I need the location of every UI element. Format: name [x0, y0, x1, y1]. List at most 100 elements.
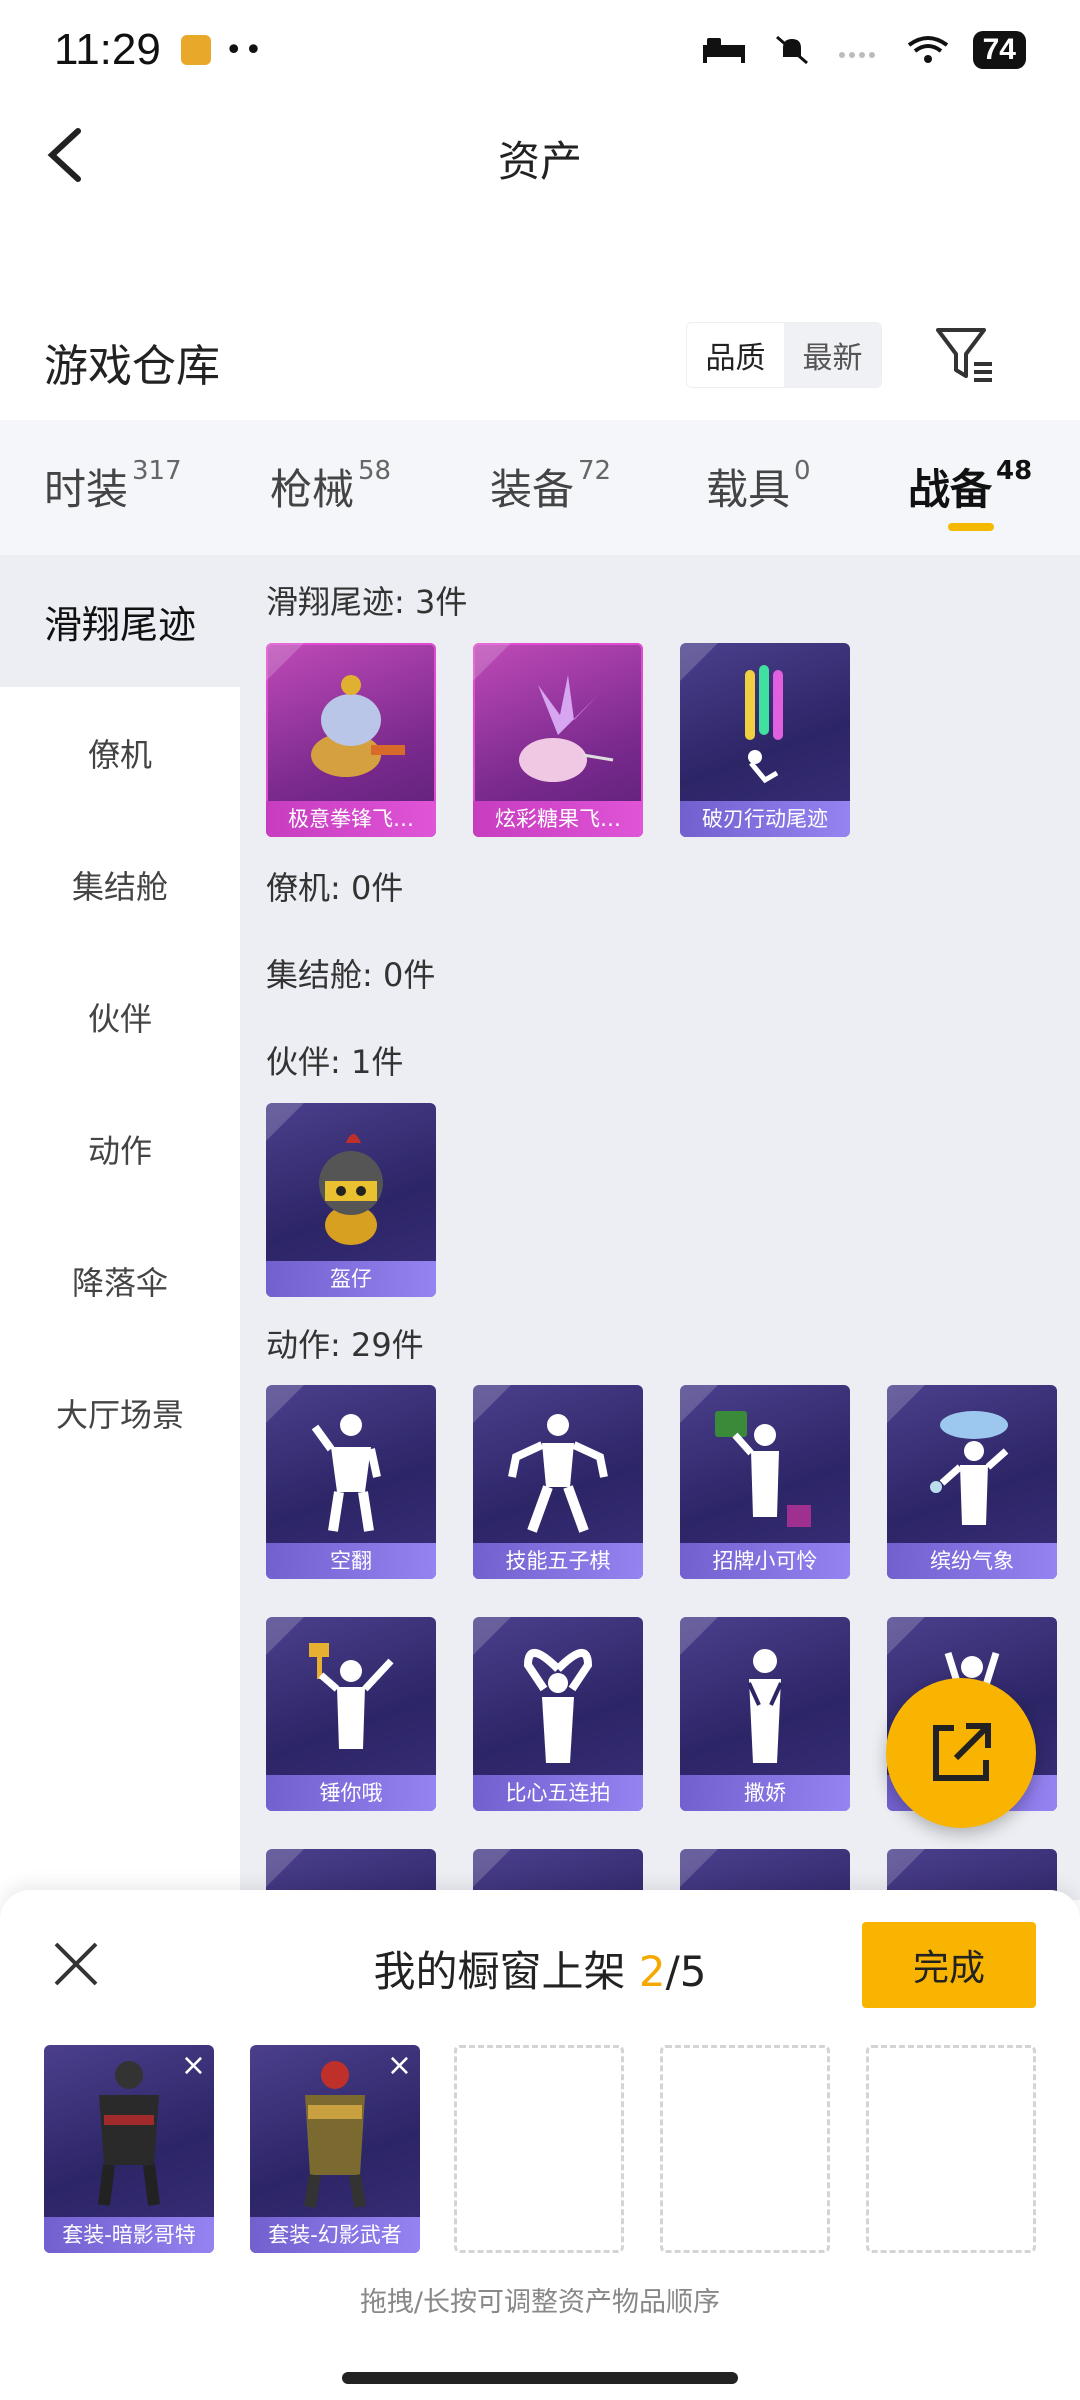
showcase-panel: 我的橱窗上架 2/5 完成 × 套装-暗影哥特 × 套装-幻影武者 拖拽/长按可…: [0, 1890, 1080, 2400]
dancer-figure-icon: [715, 1411, 811, 1527]
hammer-dancer-icon: [309, 1643, 394, 1749]
remove-slot-icon[interactable]: ×: [387, 2051, 412, 2081]
item-card[interactable]: 破刃行动尾迹: [680, 643, 850, 837]
sidebar-item-glide-trail[interactable]: 滑翔尾迹: [0, 555, 240, 687]
done-button[interactable]: 完成: [862, 1922, 1036, 2008]
cute-pose-icon: [747, 1649, 783, 1763]
showcase-slot[interactable]: × 套装-暗影哥特: [44, 2045, 214, 2253]
item-card[interactable]: 撒娇: [680, 1617, 850, 1811]
item-card[interactable]: 锤你哦: [266, 1617, 436, 1811]
sidebar-item-partner[interactable]: 伙伴: [0, 951, 240, 1083]
remove-slot-icon[interactable]: ×: [181, 2051, 206, 2081]
showcase-total-count: /5: [665, 1947, 707, 1996]
tab-label: 装备: [490, 465, 575, 514]
empty-showcase-slot[interactable]: [866, 2045, 1036, 2253]
sidebar-item-lobby-scene[interactable]: 大厅场景: [0, 1347, 240, 1479]
section-label-glide: 滑翔尾迹: 3件: [266, 583, 468, 621]
signal-dots-icon: [838, 52, 875, 58]
filter-icon[interactable]: [934, 324, 996, 386]
tab-label: 载具: [706, 465, 791, 514]
sidebar: 滑翔尾迹 僚机 集结舱 伙伴 动作 降落伞 大厅场景: [0, 555, 240, 1900]
check-corner: [680, 1849, 718, 1887]
helmet-chick-icon: [319, 1134, 383, 1245]
item-name: 锤你哦: [266, 1775, 436, 1811]
section-label-partner: 伙伴: 1件: [266, 1043, 404, 1081]
item-card[interactable]: 空翻: [266, 1385, 436, 1579]
item-name: 破刃行动尾迹: [680, 801, 850, 837]
item-card[interactable]: 极意拳锋飞…: [266, 643, 436, 837]
reorder-hint: 拖拽/长按可调整资产物品顺序: [359, 2287, 721, 2318]
warehouse-header: 游戏仓库 品质 最新: [0, 310, 1080, 400]
battery-indicator: 74: [972, 31, 1026, 69]
candy-figure-icon: [519, 675, 614, 782]
tab-count: 0: [794, 456, 811, 486]
item-name: 缤纷气象: [887, 1543, 1057, 1579]
item-card[interactable]: 技能五子棋: [473, 1385, 643, 1579]
section-label-wingman: 僚机: 0件: [266, 869, 404, 907]
tab-count: 317: [132, 456, 182, 486]
item-card[interactable]: 炫彩糖果飞…: [473, 643, 643, 837]
tab-label: 战备: [908, 465, 993, 514]
sidebar-item-capsule[interactable]: 集结舱: [0, 819, 240, 951]
empty-showcase-slot[interactable]: [454, 2045, 624, 2253]
share-fab-button[interactable]: [886, 1678, 1036, 1828]
item-name: 撒娇: [680, 1775, 850, 1811]
item-card[interactable]: 招牌小可怜: [680, 1385, 850, 1579]
page-title: 资产: [497, 137, 582, 186]
home-indicator[interactable]: [342, 2372, 738, 2384]
category-tabs: 时装 317 枪械 58 装备 72 载具 0 战备 48: [0, 420, 1080, 555]
item-card[interactable]: 比心五连拍: [473, 1617, 643, 1811]
slot-name: 套装-暗影哥特: [44, 2217, 214, 2253]
sort-quality-button[interactable]: 品质: [687, 323, 784, 387]
check-corner: [473, 1849, 511, 1887]
app-notification-icon: [180, 35, 211, 65]
item-name: 招牌小可怜: [680, 1543, 850, 1579]
tab-fashion[interactable]: 时装 317: [44, 456, 182, 517]
showcase-current-count: 2: [638, 1947, 666, 1996]
item-card[interactable]: 盔仔: [266, 1103, 436, 1297]
wifi-icon: [907, 36, 948, 63]
section-label-emote: 动作: 29件: [266, 1326, 424, 1364]
sort-newest-button[interactable]: 最新: [784, 323, 881, 387]
status-time: 11:29: [54, 25, 161, 74]
tab-label: 枪械: [270, 465, 355, 514]
item-name: 盔仔: [266, 1261, 436, 1297]
bed-icon: [702, 38, 745, 63]
tab-label: 时装: [44, 465, 129, 514]
sort-toggle: 品质 最新: [686, 322, 882, 388]
mute-bell-icon: [775, 35, 808, 65]
active-tab-indicator: [948, 523, 994, 531]
check-corner: [266, 1849, 304, 1887]
warehouse-title: 游戏仓库: [44, 341, 220, 392]
heart-pose-icon: [523, 1649, 593, 1763]
item-name: 技能五子棋: [473, 1543, 643, 1579]
showcase-slot[interactable]: × 套装-幻影武者: [250, 2045, 420, 2253]
sidebar-item-wingman[interactable]: 僚机: [0, 687, 240, 819]
check-corner: [887, 1849, 925, 1887]
elephant-figure-icon: [311, 675, 405, 777]
tab-combat-gear[interactable]: 战备 48: [908, 456, 1032, 517]
status-bar: 11:29 •• 74: [0, 0, 1080, 100]
showcase-title-text: 我的橱窗上架: [373, 1947, 639, 1996]
rainbow-trail-icon: [745, 665, 783, 784]
empty-showcase-slot[interactable]: [660, 2045, 830, 2253]
sidebar-item-emote[interactable]: 动作: [0, 1083, 240, 1215]
item-card[interactable]: 缤纷气象: [887, 1385, 1057, 1579]
sidebar-item-parachute[interactable]: 降落伞: [0, 1215, 240, 1347]
status-more-dots: ••: [224, 32, 265, 68]
item-name: 空翻: [266, 1543, 436, 1579]
tab-equipment[interactable]: 装备 72: [490, 456, 611, 517]
tab-vehicles[interactable]: 载具 0: [706, 456, 811, 517]
page-header: 资产: [0, 100, 1080, 210]
section-label-capsule: 集结舱: 0件: [266, 956, 436, 994]
item-name: 比心五连拍: [473, 1775, 643, 1811]
tab-count: 72: [578, 456, 612, 486]
item-name: 炫彩糖果飞…: [473, 801, 643, 837]
tab-count: 48: [996, 456, 1033, 486]
tab-weapons[interactable]: 枪械 58: [270, 456, 391, 517]
dancer-figure-icon: [508, 1414, 608, 1533]
external-link-icon: [933, 1723, 991, 1781]
slot-name: 套装-幻影武者: [250, 2217, 420, 2253]
tab-count: 58: [358, 456, 392, 486]
item-name: 极意拳锋飞…: [266, 801, 436, 837]
